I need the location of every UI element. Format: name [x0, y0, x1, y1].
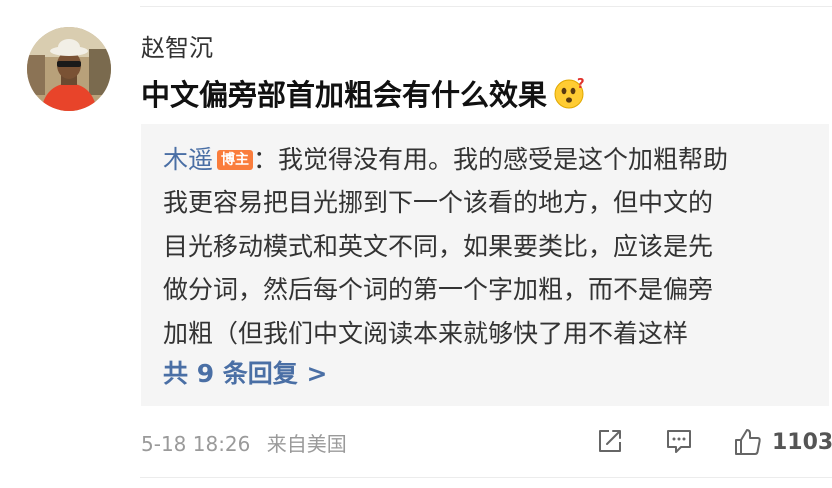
- comment-button[interactable]: [664, 426, 694, 456]
- share-button[interactable]: [595, 426, 625, 456]
- comment-text: 中文偏旁部首加粗会有什么效果: [141, 78, 548, 112]
- reply-line-4: 做分词，然后每个词的第一个字加粗，而不是偏旁: [163, 275, 714, 305]
- thumbs-up-icon: [735, 429, 761, 455]
- svg-text:?: ?: [577, 77, 585, 92]
- reply-line-1: ：我觉得没有用。我的感受是这个加粗帮助: [253, 145, 729, 174]
- bottom-divider: [140, 477, 832, 478]
- avatar[interactable]: [27, 27, 111, 111]
- timestamp: 5-18 18:26: [141, 432, 251, 456]
- host-badge: 博主: [217, 150, 254, 170]
- like-button[interactable]: 1103: [732, 426, 832, 458]
- view-all-replies-link[interactable]: 共 9 条回复 >: [163, 354, 327, 390]
- thinking-face-icon: ?: [553, 76, 587, 110]
- reply-preview[interactable]: 木遥 博主 ：我觉得没有用。我的感受是这个加粗帮助 我更容易把目光挪到下一个该看的地…: [141, 124, 829, 406]
- top-divider: [140, 6, 832, 7]
- reply-line-3: 目光移动模式和英文不同，如果要类比，应该是先: [163, 231, 714, 261]
- comment-meta: 5-18 18:26 来自美国: [141, 428, 347, 457]
- share-icon: [599, 430, 621, 452]
- comment-icon: [667, 430, 691, 453]
- reply-text-block: 木遥 博主 ：我觉得没有用。我的感受是这个加粗帮助 我更容易把目光挪到下一个该看的地…: [163, 138, 803, 355]
- location: 来自美国: [266, 432, 347, 456]
- comment-body: 中文偏旁部首加粗会有什么效果 ?: [141, 72, 587, 114]
- reply-line-2: 我更容易把目光挪到下一个该看的地方，但中文的: [163, 188, 714, 218]
- reply-line-5: 加粗（但我们中文阅读本来就够快了用不着这样: [163, 318, 689, 348]
- username[interactable]: 赵智沉: [141, 28, 213, 63]
- like-count: 1103: [772, 429, 832, 455]
- avatar-image: [27, 27, 111, 111]
- reply-author[interactable]: 木遥: [163, 145, 213, 174]
